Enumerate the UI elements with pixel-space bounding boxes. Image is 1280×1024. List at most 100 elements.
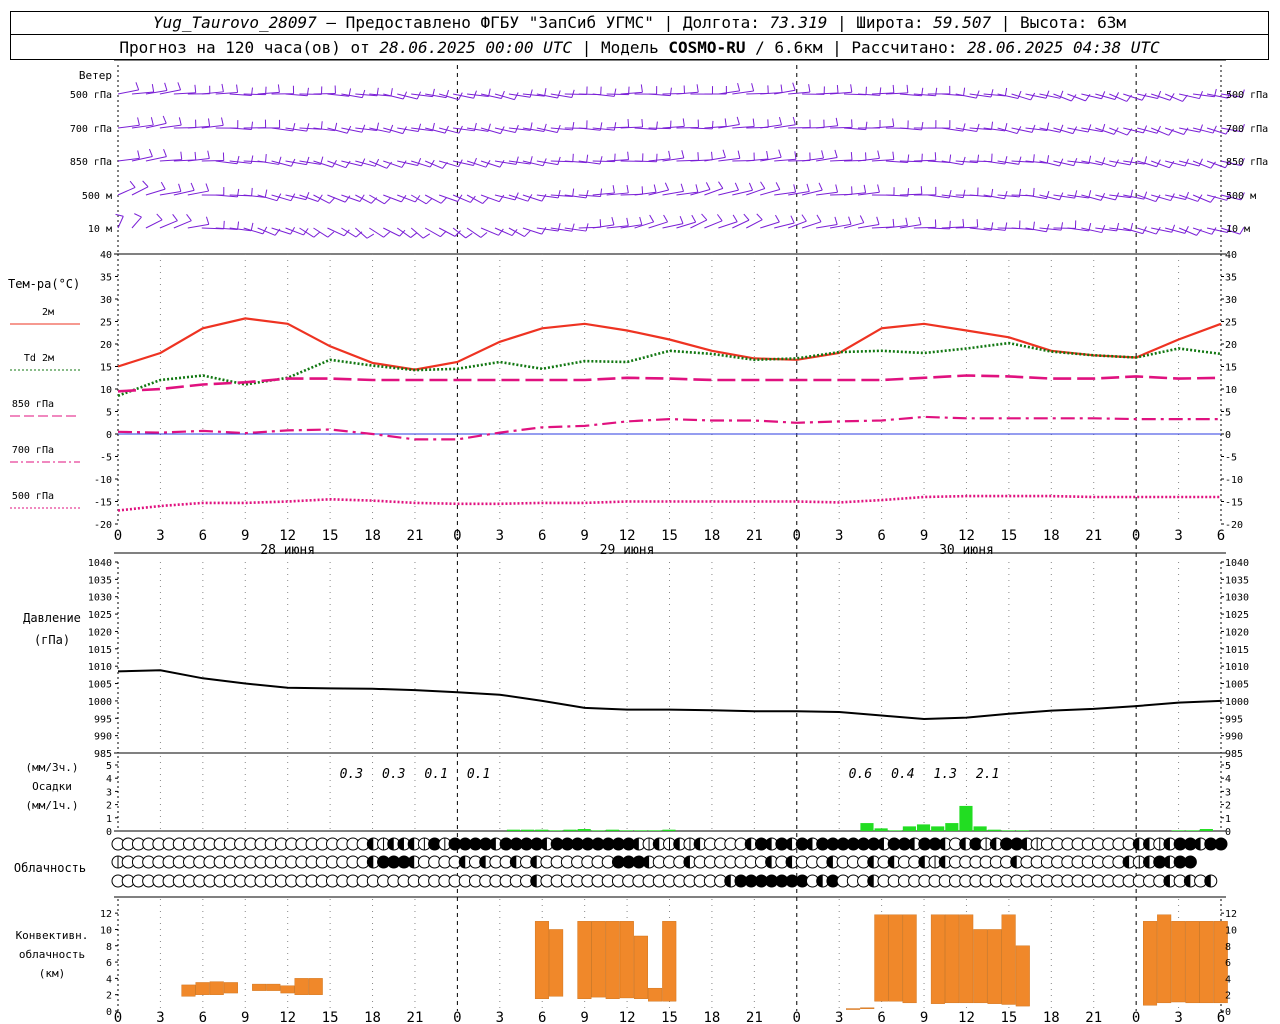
wind-barb-staff (1150, 127, 1169, 136)
cloud-cover-half (367, 838, 374, 850)
wind-barb-feather (705, 182, 711, 190)
wind-barb-feather (1018, 156, 1022, 165)
y-tick-label-right: 1015 (1225, 645, 1249, 656)
wind-barb-staff (201, 159, 224, 162)
wind-barb-feather (162, 115, 167, 124)
y-tick-label-right: 3 (1225, 787, 1231, 798)
precip-bar (1185, 830, 1199, 831)
wind-barb-feather (793, 184, 797, 193)
meteogram-chart: 0 3 6 9 12 15 18 21 0 3 6 9 12 15 18 21 0 3 6 9 12 15 18 21 0 3 60… (8, 59, 1268, 1024)
wind-barb-staff (1164, 93, 1183, 102)
wind-barb-feather (306, 123, 310, 132)
wind-barb-feather (134, 213, 142, 218)
wind-barb-feather (156, 213, 163, 221)
wind-barb-feather (361, 89, 366, 98)
convective-cloud-bar (181, 984, 196, 997)
wind-barb-feather (611, 216, 615, 225)
precip-bar (620, 830, 634, 831)
wind-barb-feather (313, 231, 321, 238)
wind-barb-feather (1004, 190, 1008, 199)
wind-barb-staff (257, 227, 276, 236)
precip-bar (888, 830, 902, 831)
wind-barb-feather (236, 155, 240, 164)
hour-tick-label: 21 (746, 528, 763, 544)
cloud-cover-half (397, 838, 404, 850)
wind-barb-feather (892, 151, 895, 160)
y-tick-label-right: 10 (1225, 385, 1237, 396)
wind-barb-staff (424, 160, 443, 169)
wind-barb-feather (612, 185, 615, 194)
y-tick-label-right: -5 (1225, 453, 1237, 464)
wind-panel-title: Ветер (79, 69, 112, 82)
temperature-series-line (117, 374, 1222, 393)
convective-cloud-bar (888, 914, 903, 1002)
wind-barb-feather (975, 90, 980, 99)
y-tick-label-right: 25 (1225, 318, 1237, 329)
wind-barb-feather (129, 180, 136, 188)
wind-barb-feather (751, 83, 755, 92)
y-tick-label-left: 10 (100, 385, 112, 396)
wind-barb-feather (681, 150, 685, 159)
wind-barb-feather (205, 216, 210, 225)
day-label: 30 июня (939, 543, 994, 558)
wind-barb-feather (835, 184, 839, 193)
wind-barb-feather (115, 213, 124, 217)
wind-barb-feather (664, 182, 670, 191)
wind-barb-feather (221, 83, 224, 92)
wind-barb-feather (1212, 125, 1217, 134)
hour-tick-label: 0 (793, 1010, 801, 1024)
wind-barb-feather (669, 87, 672, 96)
wind-barb-feather (142, 180, 149, 188)
wind-barb-staff (173, 220, 192, 229)
wind-barb-feather (237, 221, 240, 230)
hour-tick-label: 12 (279, 1010, 296, 1024)
cloud-cover-half (939, 856, 946, 868)
hour-tick-label: 3 (156, 528, 164, 544)
wind-barb-feather (627, 151, 630, 160)
convective-cloud-bar (223, 982, 238, 994)
cloud-cover-half (673, 838, 680, 850)
wind-barb-feather (1017, 90, 1022, 99)
hour-tick-label: 3 (496, 528, 504, 544)
convective-cloud-bar (591, 921, 606, 998)
cloud-cover-half (683, 856, 690, 868)
precipitation-panel (506, 805, 1213, 831)
precip-bar (591, 830, 605, 831)
wind-barb-feather (1060, 222, 1064, 231)
wind-barb-feather (329, 197, 336, 204)
wind-barb-feather (1184, 225, 1189, 234)
y-tick-label-left: 2 (106, 801, 112, 812)
wind-barb-staff (466, 127, 489, 132)
hour-tick-label: 6 (199, 528, 207, 544)
wind-barb-feather (734, 182, 739, 191)
hour-tick-label: 3 (1174, 1010, 1182, 1024)
wind-barb-feather (194, 151, 197, 160)
hour-tick-label: 21 (407, 528, 424, 544)
convective-cloud-bar (619, 921, 634, 999)
precip-bar (1171, 830, 1185, 831)
precip-bar (902, 826, 916, 831)
hour-tick-label: 18 (1043, 528, 1060, 544)
hour-tick-label: 12 (619, 528, 636, 544)
wind-barb-feather (949, 154, 952, 163)
precip-bar (987, 829, 1001, 831)
wind-barb-staff (327, 194, 346, 203)
wind-barb-feather (440, 197, 448, 204)
wind-barb-feather (775, 182, 781, 190)
wind-barb-feather (160, 181, 166, 190)
y-tick-label-left: 0 (106, 827, 112, 838)
wind-barb-feather (649, 214, 655, 223)
wind-barb-feather (752, 118, 755, 127)
precip-bar (563, 829, 577, 831)
wind-barb-feather (737, 83, 741, 92)
wind-barb-feather (668, 150, 671, 159)
wind-barb-staff (480, 227, 499, 236)
wind-barb-feather (148, 148, 153, 157)
cloud-cover-half (765, 856, 772, 868)
cloud-cover-half (530, 875, 537, 887)
hour-tick-label: 6 (877, 1010, 885, 1024)
wind-barb-feather (976, 123, 980, 132)
cloud-cover-half (1184, 875, 1191, 887)
hour-tick-label: 9 (580, 1010, 588, 1024)
precip-3h-total: 0.4 (891, 767, 914, 782)
